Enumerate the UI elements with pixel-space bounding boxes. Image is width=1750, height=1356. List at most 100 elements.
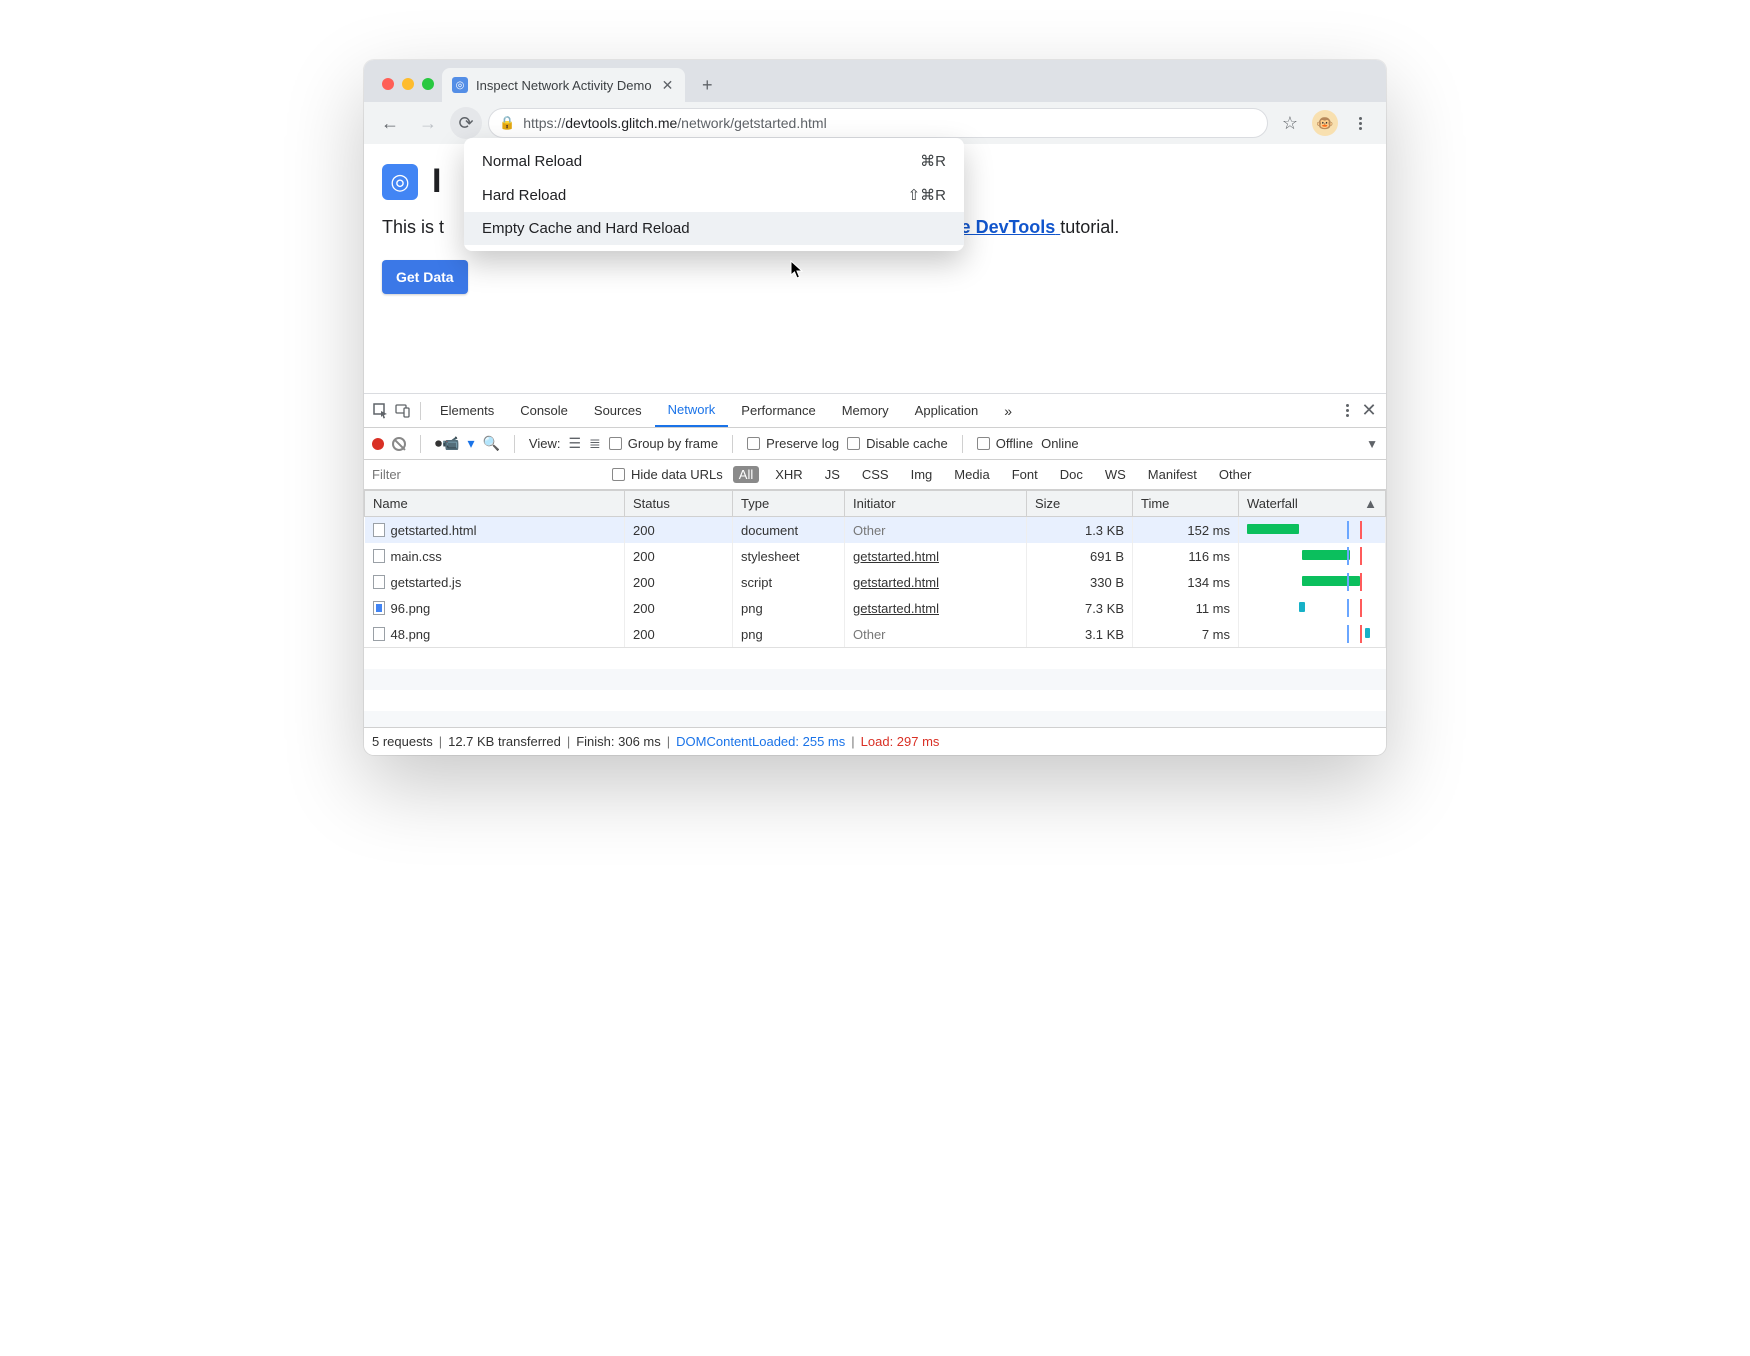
hide-data-urls-checkbox[interactable]: Hide data URLs [612,467,723,482]
get-data-button[interactable]: Get Data [382,260,468,294]
back-button[interactable]: ← [374,107,406,139]
devtools-tab-elements[interactable]: Elements [427,394,507,427]
profile-avatar[interactable]: 🐵 [1312,110,1338,136]
more-tabs-button[interactable]: » [991,394,1025,427]
search-icon[interactable]: 🔍 [482,435,499,452]
network-table-empty-area [364,647,1386,727]
initiator-link[interactable]: getstarted.html [853,549,939,564]
disable-cache-checkbox[interactable]: Disable cache [847,436,948,451]
devtools-tab-application[interactable]: Application [902,394,992,427]
lock-icon: 🔒 [499,115,515,131]
group-by-frame-checkbox[interactable]: Group by frame [609,436,718,451]
status-dcl: DOMContentLoaded: 255 ms [676,734,845,749]
tab-favicon: ◎ [452,77,468,93]
url-host: devtools.glitch.me [565,115,677,131]
filter-chip-all[interactable]: All [733,466,759,483]
reload-button[interactable]: ⟳ [450,107,482,139]
devtools-menu-button[interactable] [1336,400,1358,422]
toolbar-expand-icon[interactable]: ▼ [1366,437,1378,451]
network-row[interactable]: main.css200stylesheetgetstarted.html691 … [365,543,1386,569]
network-row[interactable]: 48.png200pngOther3.1 KB7 ms [365,621,1386,647]
network-row[interactable]: getstarted.js200scriptgetstarted.html330… [365,569,1386,595]
devtools-tab-network[interactable]: Network [655,394,729,427]
column-header-initiator[interactable]: Initiator [845,491,1027,517]
filter-chip-media[interactable]: Media [948,466,995,483]
forward-button[interactable]: → [412,107,444,139]
filter-chip-css[interactable]: CSS [856,466,895,483]
offline-checkbox[interactable]: Offline [977,436,1033,451]
bookmark-star-icon[interactable]: ☆ [1274,107,1306,139]
devtools-tab-sources[interactable]: Sources [581,394,655,427]
para-before: This is t [382,217,444,237]
filter-chip-ws[interactable]: WS [1099,466,1132,483]
devtools-tabs: ElementsConsoleSourcesNetworkPerformance… [364,394,1386,428]
filter-chip-manifest[interactable]: Manifest [1142,466,1203,483]
initiator-link[interactable]: getstarted.html [853,601,939,616]
network-table: NameStatusTypeInitiatorSizeTimeWaterfall… [364,490,1386,647]
address-bar[interactable]: 🔒 https://devtools.glitch.me/network/get… [488,108,1268,138]
page-title-left: I [432,162,441,200]
group-by-frame-label: Group by frame [628,436,718,451]
browser-window: ◎ Inspect Network Activity Demo ✕ + ← → … [364,60,1386,755]
reload-context-menu: Normal Reload⌘RHard Reload⇧⌘REmpty Cache… [464,138,964,251]
reload-menu-item[interactable]: Empty Cache and Hard Reload [464,212,964,245]
network-row[interactable]: 96.png200pnggetstarted.html7.3 KB11 ms [365,595,1386,621]
overview-icon[interactable]: ≣ [589,435,601,452]
clear-button[interactable] [392,437,406,451]
filter-toggle-icon[interactable]: ▾ [467,435,474,452]
browser-tab[interactable]: ◎ Inspect Network Activity Demo ✕ [442,68,685,102]
page-logo-icon: ◎ [382,164,418,200]
status-load: Load: 297 ms [861,734,940,749]
disable-cache-label: Disable cache [866,436,948,451]
file-icon [373,601,385,615]
initiator-link[interactable]: getstarted.html [853,575,939,590]
window-controls [376,78,442,102]
network-filterbar: Hide data URLs All XHR JS CSS Img Media Font Do… [364,460,1386,490]
window-close-icon[interactable] [382,78,394,90]
online-dropdown[interactable]: Online [1041,436,1079,451]
file-icon [373,523,385,537]
network-toolbar: ⏺︎📹 ▾ 🔍 View: ☰ ≣ Group by frame Preserv… [364,428,1386,460]
hide-data-urls-label: Hide data URLs [631,467,723,482]
filter-chip-doc[interactable]: Doc [1054,466,1089,483]
column-header-status[interactable]: Status [625,491,733,517]
filter-chip-font[interactable]: Font [1006,466,1044,483]
record-button[interactable] [372,438,384,450]
window-zoom-icon[interactable] [422,78,434,90]
new-tab-button[interactable]: + [693,71,721,99]
devtools-close-button[interactable]: ✕ [1358,400,1380,422]
preserve-log-checkbox[interactable]: Preserve log [747,436,839,451]
device-toggle-icon[interactable] [392,400,414,422]
filter-chip-other[interactable]: Other [1213,466,1258,483]
browser-menu-button[interactable] [1344,107,1376,139]
tab-title: Inspect Network Activity Demo [476,78,652,93]
inspect-element-icon[interactable] [370,400,392,422]
column-header-size[interactable]: Size [1027,491,1133,517]
network-row[interactable]: getstarted.html200documentOther1.3 KB152… [365,517,1386,544]
screenshot-icon[interactable]: ⏺︎📹 [435,435,459,452]
url-path: /network/getstarted.html [677,115,826,131]
tab-close-icon[interactable]: ✕ [660,77,676,94]
filter-chip-xhr[interactable]: XHR [769,466,808,483]
url-scheme: https:// [523,115,565,131]
devtools-tab-memory[interactable]: Memory [829,394,902,427]
devtools-tab-performance[interactable]: Performance [728,394,828,427]
column-header-waterfall[interactable]: Waterfall▲ [1239,491,1386,517]
offline-label: Offline [996,436,1033,451]
large-rows-icon[interactable]: ☰ [568,435,581,452]
column-header-name[interactable]: Name [365,491,625,517]
devtools-tab-console[interactable]: Console [507,394,581,427]
reload-menu-item[interactable]: Normal Reload⌘R [464,144,964,178]
column-header-time[interactable]: Time [1133,491,1239,517]
tab-strip: ◎ Inspect Network Activity Demo ✕ + [364,60,1386,102]
view-label: View: [529,436,561,451]
filter-chip-img[interactable]: Img [905,466,939,483]
window-minimize-icon[interactable] [402,78,414,90]
filter-chip-js[interactable]: JS [819,466,846,483]
filter-input[interactable] [372,465,602,485]
status-requests: 5 requests [372,734,433,749]
reload-menu-item[interactable]: Hard Reload⇧⌘R [464,178,964,212]
status-finish: Finish: 306 ms [576,734,661,749]
column-header-type[interactable]: Type [733,491,845,517]
file-icon [373,575,385,589]
